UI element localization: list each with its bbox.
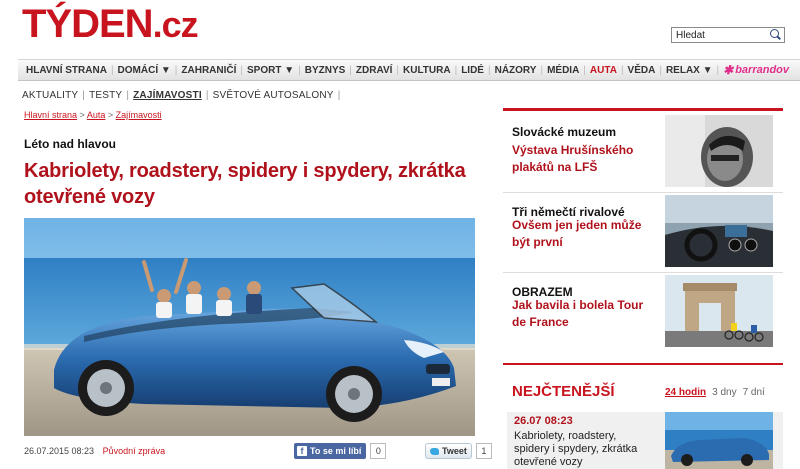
tab-3-days[interactable]: 3 dny [709, 387, 739, 398]
subnav-item-testy[interactable]: TESTY [85, 90, 126, 101]
breadcrumb-separator: > [107, 110, 114, 120]
search-icon[interactable] [768, 28, 782, 42]
original-report-link[interactable]: Původní zpráva [103, 446, 166, 456]
sidebar [503, 108, 783, 111]
main-navigation: HLAVNÍ STRANA | DOMÁCÍ ▼ | ZAHRANIČÍ | SPOR… [18, 59, 800, 81]
nav-item-nazory[interactable]: NÁZORY [491, 65, 541, 76]
sidebar-card-subtitle[interactable]: Výstava Hrušínského plakátů na LFŠ [512, 142, 652, 176]
nav-item-hlavni-strana[interactable]: HLAVNÍ STRANA [22, 65, 111, 76]
facebook-like-count: 0 [370, 443, 387, 459]
breadcrumb: Hlavní strana > Auta > Zajímavosti [24, 110, 162, 120]
article-title: Kabriolety, roadstery, spidery i spydery… [24, 160, 466, 208]
partner-label: barrandov [735, 64, 789, 76]
tab-7-days[interactable]: 7 dní [740, 387, 768, 398]
sidebar-card-image[interactable] [665, 195, 773, 267]
article-meta: 26.07.2015 08:23 Původní zpráva [24, 446, 165, 456]
search-box[interactable] [671, 27, 785, 43]
sidebar-card[interactable]: Tři němečtí rivalové Ovšem jen jeden můž… [503, 193, 783, 273]
tab-24-hours[interactable]: 24 hodin [662, 387, 709, 398]
most-read-tabs: 24 hodin 3 dny 7 dní [662, 387, 768, 398]
sidebar-card[interactable]: OBRAZEM Jak bavila i bolela Tour de Fran… [503, 273, 783, 349]
article-hero-image[interactable] [24, 218, 475, 436]
most-read-divider [503, 363, 783, 365]
car-interior-photo [665, 195, 773, 267]
partner-barrandov-link[interactable]: ✱ barrandov [719, 63, 789, 77]
nav-item-auta[interactable]: AUTA [586, 65, 621, 76]
nav-item-relax[interactable]: RELAX ▼ [662, 65, 717, 76]
most-read-item-date: 26.07 08:23 [514, 415, 573, 427]
tweet-widget: Tweet 1 [425, 442, 492, 460]
facebook-like-button[interactable]: f To se mi líbí [294, 443, 367, 459]
sidebar-card-subtitle[interactable]: Ovšem jen jeden může být první [512, 217, 652, 251]
nav-item-veda[interactable]: VĚDA [624, 65, 660, 76]
breadcrumb-zajimavosti[interactable]: Zajímavosti [116, 110, 162, 120]
search-input[interactable] [672, 28, 768, 42]
subnav-item-zajimavosti[interactable]: ZAJÍMAVOSTI [129, 90, 206, 101]
sidebar-card-title[interactable]: Slovácké muzeum [512, 125, 616, 139]
breadcrumb-separator: > [79, 110, 85, 120]
subnav-separator: | [337, 90, 341, 101]
sidebar-card-subtitle[interactable]: Jak bavila i bolela Tour de France [512, 297, 652, 331]
section-subnav: AKTUALITY | TESTY | ZAJÍMAVOSTI | SVĚTOVÉ A… [22, 90, 341, 101]
most-read-section: NEJČTENĚJŠÍ 24 hodin 3 dny 7 dní [503, 363, 783, 400]
facebook-like-widget: f To se mi líbí 0 [294, 442, 387, 460]
tweet-button[interactable]: Tweet [425, 443, 472, 459]
nav-item-zdravi[interactable]: ZDRAVÍ [352, 65, 396, 76]
nav-item-domaci[interactable]: DOMÁCÍ ▼ [114, 65, 175, 76]
article-kicker: Léto nad hlavou [24, 137, 117, 151]
breadcrumb-home[interactable]: Hlavní strana [24, 110, 77, 120]
most-read-item-image[interactable] [665, 412, 773, 469]
nav-item-zahranici[interactable]: ZAHRANIČÍ [177, 65, 240, 76]
most-read-item[interactable]: 26.07 08:23 Kabriolety, roadstery, spide… [507, 412, 783, 469]
site-logo[interactable]: TÝDEN.cz [22, 2, 199, 47]
facebook-icon: f [297, 446, 307, 456]
nav-item-sport[interactable]: SPORT ▼ [243, 65, 298, 76]
sidebar-card-image[interactable] [665, 115, 773, 187]
sidebar-divider [503, 108, 783, 111]
nav-item-byznys[interactable]: BYZNYS [301, 65, 350, 76]
nav-item-kultura[interactable]: KULTURA [399, 65, 455, 76]
convertible-car-photo [24, 218, 475, 436]
article-date: 26.07.2015 08:23 [24, 446, 95, 456]
tweet-count: 1 [475, 443, 492, 459]
subnav-item-aktuality[interactable]: AKTUALITY [22, 90, 82, 101]
portrait-photo [665, 115, 773, 187]
convertible-thumbnail-photo [665, 412, 773, 469]
nav-item-lide[interactable]: LIDÉ [457, 65, 488, 76]
tweet-label: Tweet [442, 446, 467, 456]
star-icon: ✱ [723, 63, 734, 77]
most-read-title: NEJČTENĚJŠÍ [512, 383, 615, 400]
breadcrumb-auta[interactable]: Auta [87, 110, 106, 120]
twitter-bird-icon [430, 447, 439, 455]
subnav-item-svetove-autosalony[interactable]: SVĚTOVÉ AUTOSALONY [209, 90, 338, 101]
facebook-like-label: To se mi líbí [310, 446, 362, 456]
sidebar-card-image[interactable] [665, 275, 773, 347]
sidebar-card[interactable]: Slovácké muzeum Výstava Hrušínského plak… [503, 113, 783, 193]
most-read-item-title[interactable]: Kabriolety, roadstery, spidery i spydery… [514, 430, 654, 469]
logo-domain: .cz [152, 4, 199, 45]
nav-item-media[interactable]: MÉDIA [543, 65, 583, 76]
logo-text: TÝDEN [22, 2, 154, 46]
tour-de-france-photo [665, 275, 773, 347]
